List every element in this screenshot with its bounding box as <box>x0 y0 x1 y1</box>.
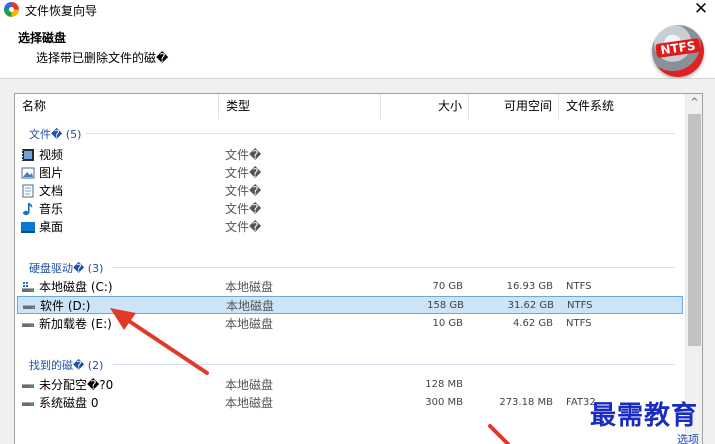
vertical-scrollbar[interactable]: ^ <box>685 94 702 444</box>
video-icon <box>22 149 34 161</box>
item-type: 文件� <box>225 166 262 180</box>
item-size: 158 GB <box>427 300 464 311</box>
group-divider <box>85 133 675 134</box>
item-size: 128 MB <box>425 379 463 390</box>
item-name: 本地磁盘 (C:) <box>39 280 113 294</box>
item-name: 音乐 <box>39 202 64 216</box>
item-size: 70 GB <box>432 281 463 292</box>
drive-icon <box>22 402 34 406</box>
column-filesystem[interactable]: 文件系统 <box>559 94 669 119</box>
footer-link[interactable]: 选项 <box>677 431 699 444</box>
list-item[interactable]: 文档 文件� <box>17 182 683 200</box>
list-item[interactable]: 桌面 文件� <box>17 218 683 236</box>
item-name: 新加载卷 (E:) <box>39 317 112 331</box>
item-name: 视频 <box>39 148 64 162</box>
item-filesystem: NTFS <box>566 281 592 292</box>
group-header-folders: 文件� (5) <box>29 128 82 141</box>
item-type: 本地磁盘 <box>225 378 274 392</box>
list-item[interactable]: 新加载卷 (E:) 本地磁盘 10 GB 4.62 GB NTFS <box>17 315 683 333</box>
list-item[interactable]: 图片 文件� <box>17 164 683 182</box>
item-free-space: 31.62 GB <box>507 300 554 311</box>
item-name: 未分配空�?0 <box>39 378 114 392</box>
page-subtitle: 选择带已删除文件的磁� <box>36 51 169 65</box>
item-name: 系统磁盘 0 <box>39 396 99 410</box>
item-type: 文件� <box>225 184 262 198</box>
item-name: 图片 <box>39 166 64 180</box>
wizard-header: 选择磁盘 选择带已删除文件的磁� NTFS <box>0 20 715 78</box>
window-title: 文件恢复向导 <box>25 4 98 18</box>
drive-icon <box>22 384 34 388</box>
list-item[interactable]: 本地磁盘 (C:) 本地磁盘 70 GB 16.93 GB NTFS <box>17 278 683 296</box>
column-free-space[interactable]: 可用空间 <box>469 94 559 119</box>
item-type: 文件� <box>225 202 262 216</box>
drive-icon <box>23 305 35 309</box>
image-icon <box>21 167 35 179</box>
item-type: 文件� <box>225 148 262 162</box>
list-item[interactable]: 系统磁盘 0 本地磁盘 300 MB 273.18 MB FAT32 <box>17 394 683 412</box>
item-filesystem: NTFS <box>567 300 593 311</box>
group-header-found-disks: 找到的磁� (2) <box>29 359 104 372</box>
app-icon <box>4 2 19 17</box>
title-bar: 文件恢复向导 ✕ <box>0 0 715 20</box>
scroll-thumb[interactable] <box>688 114 701 346</box>
list-item-selected[interactable]: 软件 (D:) 本地磁盘 158 GB 31.62 GB NTFS <box>17 296 683 314</box>
column-header: 名称 类型 大小 可用空间 文件系统 <box>15 94 685 119</box>
item-free-space: 16.93 GB <box>506 281 553 292</box>
list-item[interactable]: 视频 文件� <box>17 146 683 164</box>
scroll-up-button[interactable]: ^ <box>686 94 702 111</box>
system-drive-icon <box>22 282 34 292</box>
page-title: 选择磁盘 <box>18 31 67 45</box>
list-item[interactable]: 未分配空�?0 本地磁盘 128 MB <box>17 376 683 394</box>
document-icon <box>22 184 34 198</box>
music-note-icon <box>23 203 33 216</box>
item-name: 文档 <box>39 184 64 198</box>
disk-list[interactable]: 名称 类型 大小 可用空间 文件系统 文件� (5) 视频 文件� 图片 文件�… <box>14 93 703 444</box>
desktop-icon <box>21 222 35 233</box>
list-item[interactable]: 音乐 文件� <box>17 200 683 218</box>
group-header-hard-drives: 硬盘驱动� (3) <box>29 262 104 275</box>
item-type: 本地磁盘 <box>225 280 274 294</box>
drive-icon <box>22 323 34 327</box>
item-type: 本地磁盘 <box>225 317 274 331</box>
item-type: 文件� <box>225 220 262 234</box>
item-name: 桌面 <box>39 220 64 234</box>
group-divider <box>113 267 675 268</box>
item-free-space: 4.62 GB <box>512 318 553 329</box>
item-free-space: 273.18 MB <box>499 397 553 408</box>
item-filesystem: NTFS <box>566 318 592 329</box>
ntfs-logo-icon: NTFS <box>652 25 704 77</box>
item-size: 10 GB <box>432 318 463 329</box>
column-type[interactable]: 类型 <box>219 94 381 119</box>
watermark-text: 最需教育 <box>590 401 699 431</box>
ntfs-logo-text: NTFS <box>655 38 701 58</box>
close-button[interactable]: ✕ <box>687 0 715 20</box>
item-type: 本地磁盘 <box>225 396 274 410</box>
item-name: 软件 (D:) <box>40 299 91 313</box>
group-divider <box>113 364 675 365</box>
item-type: 本地磁盘 <box>226 299 275 313</box>
column-name[interactable]: 名称 <box>15 94 219 119</box>
item-size: 300 MB <box>425 397 463 408</box>
column-size[interactable]: 大小 <box>381 94 469 119</box>
